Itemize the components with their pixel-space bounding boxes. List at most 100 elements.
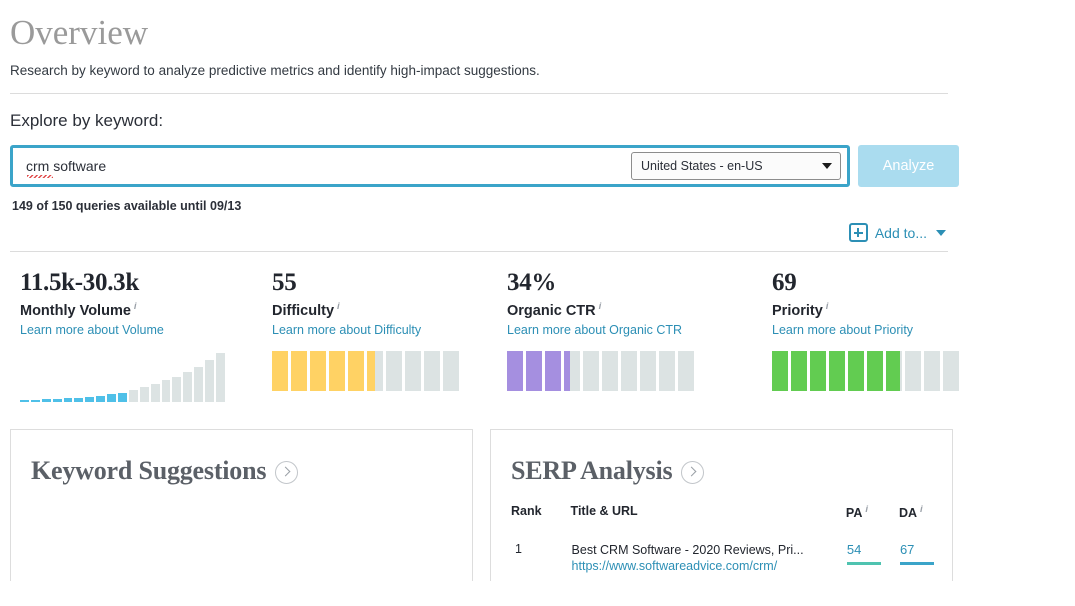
segment-fill (272, 350, 288, 391)
segment (310, 350, 326, 391)
query-quota-text: 149 of 150 queries available until 09/13 (12, 199, 242, 213)
metric-organic-ctr: 34% Organic CTR i Learn more about Organi… (502, 269, 762, 402)
panel-title: Keyword Suggestions (31, 455, 267, 485)
chevron-down-icon (936, 229, 946, 236)
segment (348, 350, 364, 391)
chevron-right-circle-icon[interactable] (275, 461, 299, 485)
volume-bar (85, 397, 95, 402)
locale-select[interactable]: United States - en-US (631, 152, 841, 180)
segment (810, 350, 826, 391)
segment (848, 350, 864, 391)
overview-page: Overview Research by keyword to analyze … (0, 12, 1075, 606)
chevron-right-circle-icon[interactable] (681, 461, 705, 485)
segment-fill (291, 350, 307, 391)
segment (507, 350, 523, 391)
keyword-search-box[interactable]: United States - en-US (10, 145, 850, 187)
volume-bar (20, 399, 29, 402)
analyze-button[interactable]: Analyze (858, 145, 959, 187)
search-row: United States - en-US Analyze (10, 145, 1075, 187)
column-header-pa: PA i (846, 504, 899, 520)
serp-analysis-panel: SERP Analysis Rank Title & URL PAi DAi (490, 428, 953, 581)
segment-fill (329, 350, 345, 391)
metric-label-text: Monthly Volume (20, 302, 131, 319)
serp-da-cell: 67 (899, 520, 952, 575)
info-icon[interactable]: i (865, 504, 868, 515)
metric-label: Difficulty i (272, 298, 502, 320)
info-icon[interactable]: i (134, 301, 137, 312)
segment (424, 350, 440, 391)
serp-result-title[interactable]: Best CRM Software - 2020 Reviews, Pri... (572, 542, 845, 558)
serp-table-header-row: Rank Title & URL PA i DA i (491, 504, 952, 520)
keyword-suggestions-panel: Keyword Suggestions (10, 428, 473, 581)
learn-more-organic-ctr-link[interactable]: Learn more about Organic CTR (507, 323, 682, 337)
serp-pa-value: 54 (846, 541, 862, 557)
volume-bar (41, 398, 51, 402)
learn-more-priority-link[interactable]: Learn more about Priority (772, 323, 913, 337)
metric-label: Monthly Volume i (20, 298, 262, 320)
keyword-input[interactable] (13, 149, 631, 183)
serp-pa-bar (846, 561, 881, 565)
segment (405, 350, 421, 391)
segment (583, 350, 599, 391)
info-icon[interactable]: i (920, 504, 923, 515)
segment (678, 350, 694, 391)
info-icon[interactable]: i (337, 301, 340, 312)
learn-more-volume-link[interactable]: Learn more about Volume (20, 323, 164, 337)
segment-fill (867, 350, 883, 391)
header-divider (10, 93, 948, 94)
segment (829, 350, 845, 391)
segment-fill (526, 350, 542, 391)
column-header-rank: Rank (511, 503, 542, 518)
metric-value: 55 (272, 269, 297, 296)
add-to-button[interactable]: Add to... (848, 223, 946, 242)
serp-da-bar (899, 561, 934, 565)
keyword-suggestions-header: Keyword Suggestions (11, 430, 472, 486)
plus-icon (848, 223, 868, 242)
segment-fill (886, 350, 901, 391)
volume-bar (107, 394, 117, 402)
metric-monthly-volume: 11.5k-30.3k Monthly Volume i Learn more a… (10, 269, 262, 402)
segment (886, 350, 902, 391)
segment-fill (507, 350, 523, 391)
segment-fill (829, 350, 845, 391)
volume-bar (161, 380, 171, 402)
segment (367, 350, 383, 391)
metric-label-text: Organic CTR (507, 302, 596, 319)
serp-analysis-header: SERP Analysis (491, 430, 952, 486)
serp-result-url[interactable]: https://www.softwareadvice.com/crm/ (572, 558, 845, 574)
serp-rank: 1 (515, 541, 522, 556)
page-title: Overview (10, 13, 149, 52)
segment (943, 350, 959, 391)
volume-bar (183, 372, 193, 402)
info-icon[interactable]: i (826, 301, 829, 312)
metric-label: Organic CTR i (507, 298, 762, 320)
segment-fill (772, 350, 788, 391)
segment (526, 350, 542, 391)
metric-label: Priority i (772, 298, 1024, 320)
learn-more-difficulty-link[interactable]: Learn more about Difficulty (272, 323, 421, 337)
segment-fill (310, 350, 326, 391)
metric-label-text: Difficulty (272, 302, 335, 319)
addto-divider (10, 251, 948, 252)
segment (291, 350, 307, 391)
volume-bar (74, 398, 84, 402)
segment-fill (545, 350, 561, 391)
column-header-da: DA i (899, 504, 952, 520)
segment-fill (564, 350, 571, 391)
priority-segment-bar (772, 350, 1024, 391)
volume-bar (216, 352, 225, 402)
segment (564, 350, 580, 391)
segment (621, 350, 637, 391)
column-header-title-url: Title & URL (570, 503, 638, 518)
add-to-label: Add to... (874, 224, 927, 241)
metrics-row: 11.5k-30.3k Monthly Volume i Learn more a… (10, 269, 970, 402)
segment (867, 350, 883, 391)
segment-fill (810, 350, 826, 391)
metric-priority: 69 Priority i Learn more about Priority (762, 269, 1024, 402)
chevron-down-icon (822, 163, 832, 169)
info-icon[interactable]: i (599, 301, 602, 312)
serp-table: Rank Title & URL PA i DA i 1 Best CRM So… (491, 504, 952, 575)
volume-bar (139, 386, 149, 402)
segment (272, 350, 288, 391)
column-header-da-text: DA (898, 505, 918, 520)
